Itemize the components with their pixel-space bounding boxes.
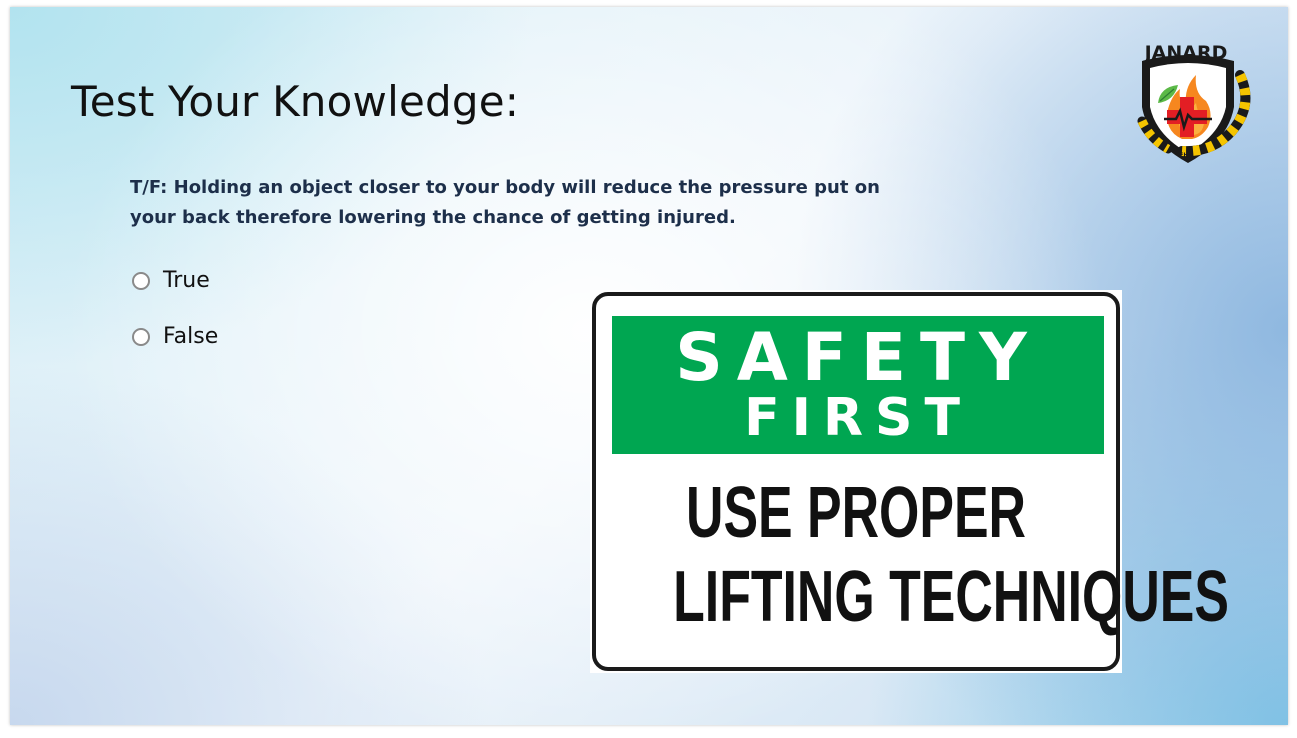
option-true[interactable]: True bbox=[132, 268, 210, 293]
sign-body-line2: LIFTING TECHNIQUES bbox=[673, 557, 1229, 637]
company-logo: JANARD EHS bbox=[1137, 42, 1251, 163]
safety-sign-image: SAFETY FIRST USE PROPER LIFTING TECHNIQU… bbox=[590, 290, 1229, 673]
sign-body-line1: USE PROPER bbox=[686, 473, 1026, 553]
slide: Test Your Knowledge: T/F: Holding an obj… bbox=[10, 7, 1288, 725]
sign-header-line2: FIRST bbox=[744, 388, 972, 448]
option-true-label: True bbox=[163, 268, 210, 293]
question-text: T/F: Holding an object closer to your bo… bbox=[130, 177, 880, 228]
sign-body-text: USE PROPER LIFTING TECHNIQUES bbox=[673, 471, 1229, 639]
option-false-label: False bbox=[163, 324, 219, 349]
sign-header-line1: SAFETY bbox=[675, 319, 1041, 396]
radio-false[interactable] bbox=[132, 327, 150, 346]
sign-border: SAFETY FIRST USE PROPER LIFTING TECHNIQU… bbox=[592, 292, 1229, 671]
option-false[interactable]: False bbox=[132, 324, 218, 349]
sign-header-band: SAFETY FIRST bbox=[612, 316, 1104, 454]
logo-small-text: EHS bbox=[1179, 152, 1192, 159]
radio-true[interactable] bbox=[132, 271, 150, 290]
logo-text: JANARD bbox=[1143, 42, 1228, 64]
slide-title: Test Your Knowledge: bbox=[71, 77, 520, 126]
